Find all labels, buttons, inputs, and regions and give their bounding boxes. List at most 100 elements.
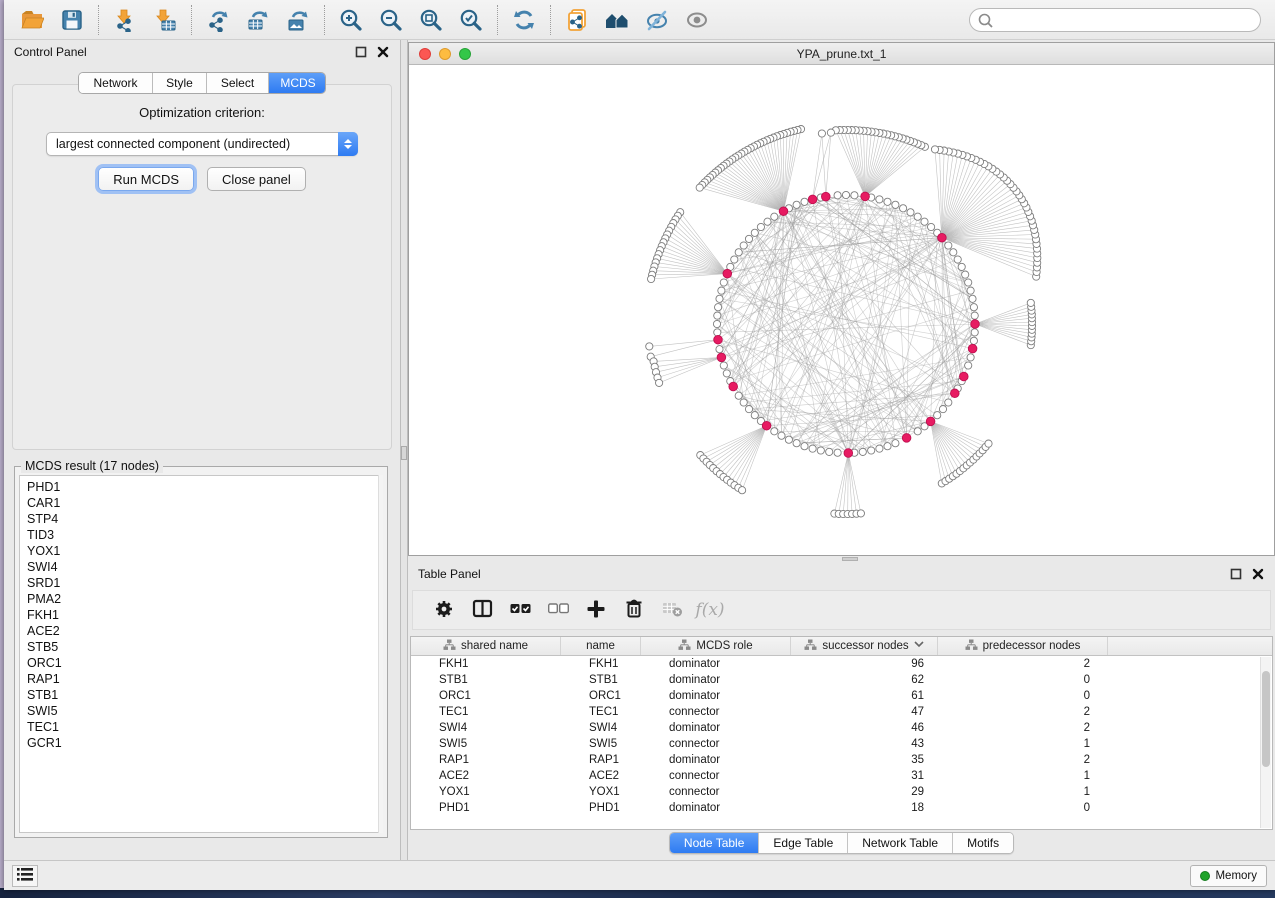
ring-node[interactable] <box>809 445 816 452</box>
ring-node[interactable] <box>834 449 841 456</box>
ring-node[interactable] <box>970 304 977 311</box>
ring-node[interactable] <box>876 445 883 452</box>
ring-node[interactable] <box>771 213 778 220</box>
ring-node[interactable] <box>718 287 725 294</box>
mcds-result-item[interactable]: ORC1 <box>27 655 382 671</box>
table-row[interactable]: TEC1TEC1connector472 <box>411 704 1272 720</box>
ring-node[interactable] <box>954 256 961 263</box>
mcds-hub-node[interactable] <box>822 192 831 201</box>
table-row[interactable]: YOX1YOX1connector291 <box>411 784 1272 800</box>
mcds-hub-node[interactable] <box>714 335 723 344</box>
table-deselect-all-button[interactable] <box>541 595 575 625</box>
mcds-list-scrollbar[interactable] <box>378 475 383 833</box>
table-scrollbar-thumb[interactable] <box>1262 671 1270 767</box>
leaf-node[interactable] <box>648 275 655 282</box>
column-header-shared-name[interactable]: shared name <box>411 637 561 655</box>
tab-motifs[interactable]: Motifs <box>953 833 1013 853</box>
table-row[interactable]: ORC1ORC1dominator610 <box>411 688 1272 704</box>
ring-node[interactable] <box>969 295 976 302</box>
toolbar-first-neighbors-button[interactable] <box>597 4 637 36</box>
mcds-hub-node[interactable] <box>971 320 980 329</box>
ring-node[interactable] <box>785 436 792 443</box>
ring-node[interactable] <box>751 412 758 419</box>
ring-node[interactable] <box>751 229 758 236</box>
column-header-successor-nodes[interactable]: successor nodes <box>791 637 938 655</box>
toolbar-export-image-button[interactable] <box>278 4 318 36</box>
mcds-hub-node[interactable] <box>808 195 817 204</box>
ring-node[interactable] <box>971 329 978 336</box>
column-header-name[interactable]: name <box>561 637 641 655</box>
mcds-result-item[interactable]: CAR1 <box>27 495 382 511</box>
tab-node-table[interactable]: Node Table <box>670 833 760 853</box>
ring-node[interactable] <box>716 295 723 302</box>
ring-node[interactable] <box>884 198 891 205</box>
mcds-result-item[interactable]: TID3 <box>27 527 382 543</box>
ring-node[interactable] <box>740 242 747 249</box>
leaf-node[interactable] <box>827 129 834 136</box>
ring-node[interactable] <box>778 432 785 439</box>
ring-node[interactable] <box>876 196 883 203</box>
tab-network[interactable]: Network <box>79 73 153 93</box>
toolbar-hide-style-button[interactable] <box>637 4 677 36</box>
ring-node[interactable] <box>868 447 875 454</box>
ring-node[interactable] <box>735 392 742 399</box>
table-scrollbar[interactable] <box>1260 657 1271 828</box>
ring-node[interactable] <box>716 346 723 353</box>
table-columns-button[interactable] <box>465 595 499 625</box>
ring-node[interactable] <box>950 249 957 256</box>
run-mcds-button[interactable]: Run MCDS <box>98 167 194 191</box>
mcds-hub-node[interactable] <box>951 389 960 398</box>
toolbar-export-network-button[interactable] <box>198 4 238 36</box>
ring-node[interactable] <box>928 223 935 230</box>
ring-node[interactable] <box>771 428 778 435</box>
mcds-hub-node[interactable] <box>960 372 969 381</box>
ring-node[interactable] <box>723 370 730 377</box>
leaf-node[interactable] <box>656 379 663 386</box>
ring-node[interactable] <box>715 304 722 311</box>
ring-node[interactable] <box>967 287 974 294</box>
ring-node[interactable] <box>720 362 727 369</box>
mcds-result-item[interactable]: TEC1 <box>27 719 382 735</box>
close-icon[interactable] <box>376 45 390 59</box>
table-delete-row-button[interactable] <box>617 595 651 625</box>
ring-node[interactable] <box>967 354 974 361</box>
leaf-node[interactable] <box>646 343 653 350</box>
ring-node[interactable] <box>745 406 752 413</box>
ring-node[interactable] <box>801 198 808 205</box>
ring-node[interactable] <box>793 201 800 208</box>
mcds-result-item[interactable]: SWI4 <box>27 559 382 575</box>
table-row[interactable]: ACE2ACE2connector311 <box>411 768 1272 784</box>
mcds-result-item[interactable]: SWI5 <box>27 703 382 719</box>
leaf-node[interactable] <box>857 510 864 517</box>
toolbar-show-graphics-button[interactable] <box>677 4 717 36</box>
task-history-button[interactable] <box>12 865 38 887</box>
memory-button[interactable]: Memory <box>1190 865 1267 887</box>
horizontal-splitter-grip[interactable] <box>842 557 858 561</box>
table-row[interactable]: RAP1RAP1dominator352 <box>411 752 1272 768</box>
ring-node[interactable] <box>914 428 921 435</box>
mcds-result-item[interactable]: SRD1 <box>27 575 382 591</box>
table-row[interactable]: PHD1PHD1dominator180 <box>411 800 1272 816</box>
ring-node[interactable] <box>965 362 972 369</box>
toolbar-zoom-in-button[interactable] <box>331 4 371 36</box>
leaf-node[interactable] <box>931 146 938 153</box>
mcds-hub-node[interactable] <box>902 434 911 443</box>
ring-node[interactable] <box>945 399 952 406</box>
tab-style[interactable]: Style <box>153 73 207 93</box>
ring-node[interactable] <box>826 448 833 455</box>
mcds-result-item[interactable]: STB5 <box>27 639 382 655</box>
optimization-criterion-dropdown[interactable]: largest connected component (undirected) <box>46 132 358 156</box>
toolbar-import-table-button[interactable] <box>145 4 185 36</box>
ring-node[interactable] <box>745 235 752 242</box>
ring-node[interactable] <box>817 447 824 454</box>
toolbar-zoom-out-button[interactable] <box>371 4 411 36</box>
ring-node[interactable] <box>714 329 721 336</box>
mcds-hub-node[interactable] <box>938 233 947 242</box>
ring-node[interactable] <box>914 213 921 220</box>
close-panel-button[interactable]: Close panel <box>207 167 306 191</box>
mcds-hub-node[interactable] <box>779 207 788 216</box>
ring-node[interactable] <box>965 279 972 286</box>
table-row[interactable]: STB1STB1dominator620 <box>411 672 1272 688</box>
mcds-hub-node[interactable] <box>762 421 771 430</box>
mcds-hub-node[interactable] <box>926 417 935 426</box>
